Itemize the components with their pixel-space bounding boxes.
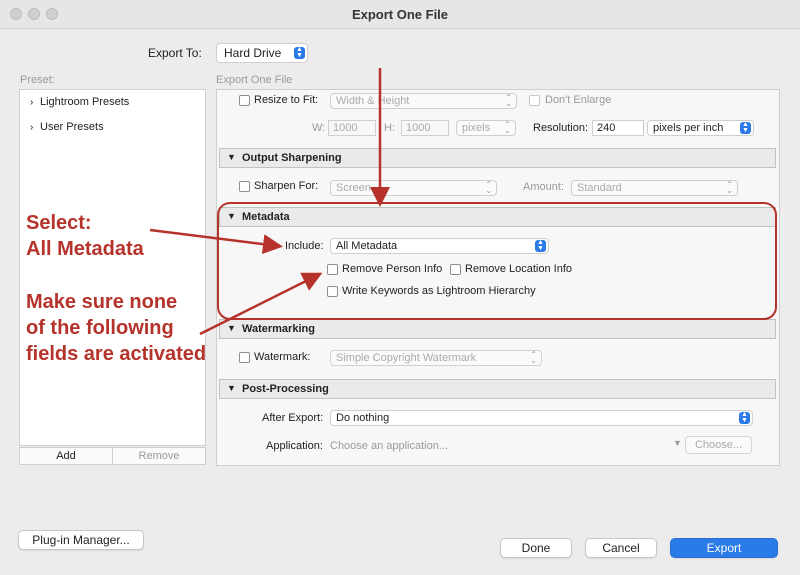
annotation-make-sure-line3: fields are activated bbox=[26, 343, 207, 365]
metadata-highlight-box bbox=[217, 202, 777, 320]
annotation-make-sure-line2: of the following bbox=[26, 317, 174, 339]
annotation-select-line2: All Metadata bbox=[26, 238, 144, 260]
annotation-overlay bbox=[149, 68, 777, 336]
annotation-select-line1: Select: bbox=[26, 212, 92, 234]
arrow-to-include bbox=[149, 228, 283, 255]
annotation-make-sure-line1: Make sure none bbox=[26, 291, 178, 313]
